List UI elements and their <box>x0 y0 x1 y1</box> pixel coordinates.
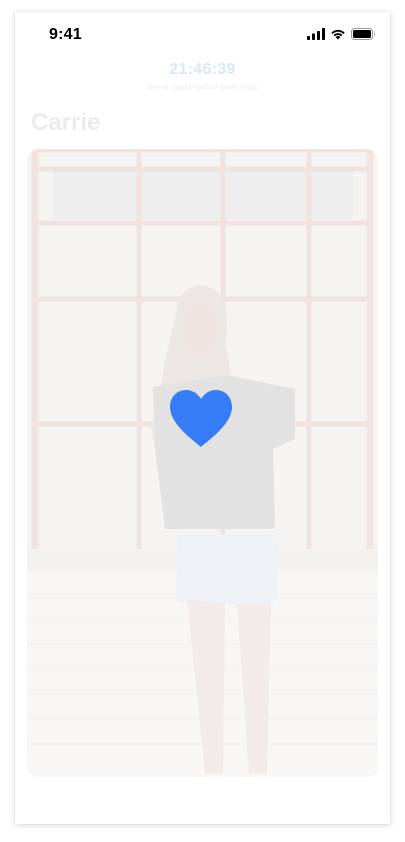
status-icons <box>307 27 376 41</box>
countdown-timer: 21:46:39 <box>169 61 236 78</box>
phone-screen: 9:41 21:46:39 like or dislike before tim… <box>15 12 390 824</box>
photo-overlay <box>27 149 378 777</box>
status-time: 9:41 <box>49 26 82 43</box>
timer-hint: like or dislike before timer ends <box>147 83 258 92</box>
cellular-signal-icon <box>307 28 325 40</box>
profile-name: Carrie <box>31 109 101 136</box>
profile-photo-card[interactable] <box>27 149 378 777</box>
wifi-icon <box>330 28 346 40</box>
heart-icon[interactable] <box>170 390 232 448</box>
battery-icon <box>351 28 376 40</box>
status-bar: 9:41 <box>15 12 390 56</box>
